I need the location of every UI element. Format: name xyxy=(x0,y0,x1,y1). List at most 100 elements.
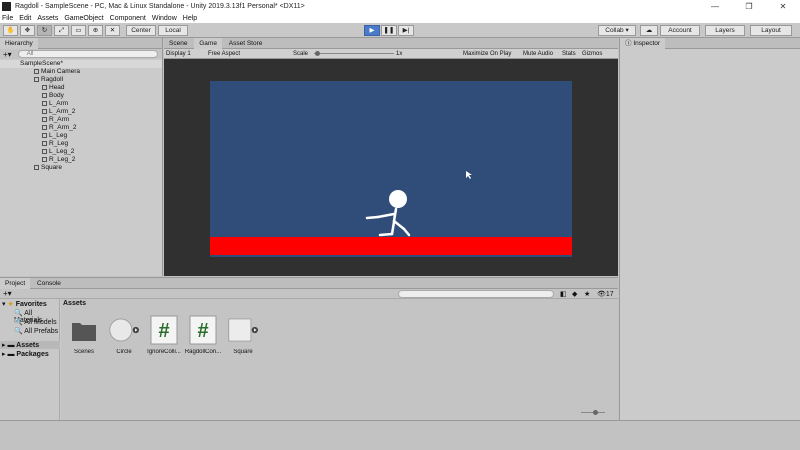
filter-type-icon[interactable]: ◧ xyxy=(560,290,567,298)
hierarchy-item[interactable]: R_Leg xyxy=(42,140,68,148)
menu-assets[interactable]: Assets xyxy=(37,15,58,22)
pause-button[interactable]: ❚❚ xyxy=(381,25,397,36)
favorite-item-label: All Models xyxy=(24,319,57,326)
menu-help[interactable]: Help xyxy=(183,15,197,22)
scale-label: Scale xyxy=(293,51,309,57)
packages-folder-node[interactable]: ▸ ▬ Packages xyxy=(2,350,49,358)
minimize-button[interactable]: — xyxy=(698,0,732,13)
close-button[interactable]: ✕ xyxy=(766,0,800,13)
mute-audio-toggle[interactable]: Mute Audio xyxy=(523,49,553,59)
step-button[interactable]: ▶| xyxy=(398,25,414,36)
layout-dropdown[interactable]: Layout xyxy=(750,25,792,36)
tab-asset-store[interactable]: Asset Store xyxy=(224,38,268,49)
hierarchy-item-label: R_Leg xyxy=(49,140,69,147)
display-dropdown[interactable]: Display 1 xyxy=(166,49,191,59)
favorites-node[interactable]: ▾ ★ Favorites xyxy=(2,300,47,308)
play-button[interactable]: ▶ xyxy=(364,25,380,36)
gizmos-dropdown[interactable]: Gizmos xyxy=(582,49,602,59)
menu-window[interactable]: Window xyxy=(152,15,177,22)
menu-file[interactable]: File xyxy=(2,15,13,22)
cloud-icon[interactable]: ☁ xyxy=(640,25,658,36)
hierarchy-panel: Hierarchy +▾ All SampleScene* Main Camer… xyxy=(0,38,163,276)
status-bar xyxy=(0,420,800,450)
rect-tool-icon[interactable]: ▭ xyxy=(71,25,86,36)
hierarchy-item[interactable]: L_Leg xyxy=(42,132,67,140)
create-button[interactable]: +▾ xyxy=(3,289,12,298)
assets-grid: Assets Scenes Circle # IgnoreColli... # … xyxy=(61,299,618,421)
menu-gameobject[interactable]: GameObject xyxy=(64,15,103,22)
filter-label-icon[interactable]: ◆ xyxy=(572,290,577,298)
title-bar: Ragdoll - SampleScene - PC, Mac & Linux … xyxy=(0,0,800,13)
hierarchy-item[interactable]: Main Camera xyxy=(34,68,80,76)
hierarchy-item[interactable]: L_Leg_2 xyxy=(42,148,74,156)
hierarchy-item[interactable]: Square xyxy=(34,164,62,172)
menu-edit[interactable]: Edit xyxy=(19,15,31,22)
asset-item[interactable]: Square xyxy=(223,315,263,355)
project-toolbar: +▾ ◧ ◆ ★ 👁17 xyxy=(0,289,618,299)
hierarchy-item[interactable]: L_Arm_2 xyxy=(42,108,75,116)
assets-breadcrumb[interactable]: Assets xyxy=(63,300,86,307)
favorite-item[interactable]: 🔍 All Models xyxy=(14,318,57,326)
rotate-tool-icon[interactable]: ↻ xyxy=(37,25,52,36)
aspect-dropdown[interactable]: Free Aspect xyxy=(208,49,240,59)
scale-value: 1x xyxy=(396,51,403,57)
account-dropdown[interactable]: Account xyxy=(660,25,700,36)
menu-component[interactable]: Component xyxy=(110,15,146,22)
hierarchy-item[interactable]: Ragdoll xyxy=(34,76,63,84)
hierarchy-item-label: Square xyxy=(41,164,62,171)
icon-size-slider-handle[interactable] xyxy=(593,410,598,415)
game-render-area[interactable] xyxy=(164,59,618,276)
asset-label: Scenes xyxy=(73,349,94,355)
folder-icon: ▬ xyxy=(7,342,15,349)
custom-tool-icon[interactable]: ✕ xyxy=(105,25,120,36)
hierarchy-item[interactable]: Body xyxy=(42,92,64,100)
tab-inspector[interactable]: ⓘ Inspector xyxy=(620,38,666,49)
hierarchy-item[interactable]: R_Arm_2 xyxy=(42,124,76,132)
move-tool-icon[interactable]: ✥ xyxy=(20,25,35,36)
transform-tool-icon[interactable]: ⊕ xyxy=(88,25,103,36)
hierarchy-search-input[interactable]: All xyxy=(17,50,158,58)
hierarchy-item[interactable]: R_Arm xyxy=(42,116,69,124)
svg-text:#: # xyxy=(158,320,169,342)
assets-folder-label: Assets xyxy=(16,342,40,349)
pivot-local-button[interactable]: Local xyxy=(158,25,188,36)
stats-toggle[interactable]: Stats xyxy=(562,49,576,59)
asset-item[interactable]: Circle xyxy=(104,315,144,355)
asset-label: RagdollCon... xyxy=(184,349,222,355)
assets-folder-node[interactable]: ▸ ▬ Assets xyxy=(0,341,60,349)
scale-slider-handle[interactable] xyxy=(315,51,320,56)
asset-item[interactable]: # IgnoreColli... xyxy=(144,315,184,355)
asset-item[interactable]: Scenes xyxy=(64,315,104,355)
hierarchy-item[interactable]: R_Leg_2 xyxy=(42,156,75,164)
gameobject-icon xyxy=(42,124,47,130)
tab-project[interactable]: Project xyxy=(0,278,31,289)
game-view-panel: Scene Game Asset Store Display 1 Free As… xyxy=(164,38,618,276)
tab-scene[interactable]: Scene xyxy=(164,38,192,49)
gameobject-icon xyxy=(42,92,47,98)
project-search-input[interactable] xyxy=(398,290,554,298)
tab-game[interactable]: Game xyxy=(194,38,222,49)
gameobject-icon xyxy=(42,116,47,122)
asset-item[interactable]: # RagdollCon... xyxy=(183,315,223,355)
favorite-star-icon[interactable]: ★ xyxy=(584,290,590,298)
pivot-center-button[interactable]: Center xyxy=(126,25,156,36)
hierarchy-item[interactable]: Head xyxy=(42,84,65,92)
collab-button[interactable]: Collab ▾ xyxy=(598,25,636,36)
tab-console[interactable]: Console xyxy=(32,278,66,289)
hierarchy-item-label: Main Camera xyxy=(41,68,81,75)
favorite-item[interactable]: 🔍 All Prefabs xyxy=(14,327,58,335)
add-icon[interactable]: +▾ xyxy=(3,50,12,59)
hierarchy-item-label: R_Leg_2 xyxy=(49,156,76,163)
maximize-on-play-toggle[interactable]: Maximize On Play xyxy=(463,49,511,59)
scale-tool-icon[interactable]: ⤢ xyxy=(54,25,69,36)
project-panel: Project Console +▾ ◧ ◆ ★ 👁17 ▾ ★ Favorit… xyxy=(0,277,618,421)
hierarchy-item[interactable]: L_Arm xyxy=(42,100,68,108)
scene-label: SampleScene* xyxy=(20,60,63,67)
hand-tool-icon[interactable]: ✋ xyxy=(3,25,18,36)
scale-slider[interactable] xyxy=(314,53,394,54)
layers-dropdown[interactable]: Layers xyxy=(705,25,745,36)
maximize-button[interactable]: ❐ xyxy=(732,0,766,13)
scene-row[interactable]: SampleScene* xyxy=(0,60,162,68)
unity-logo-icon xyxy=(2,2,11,11)
tab-hierarchy[interactable]: Hierarchy xyxy=(0,38,38,49)
